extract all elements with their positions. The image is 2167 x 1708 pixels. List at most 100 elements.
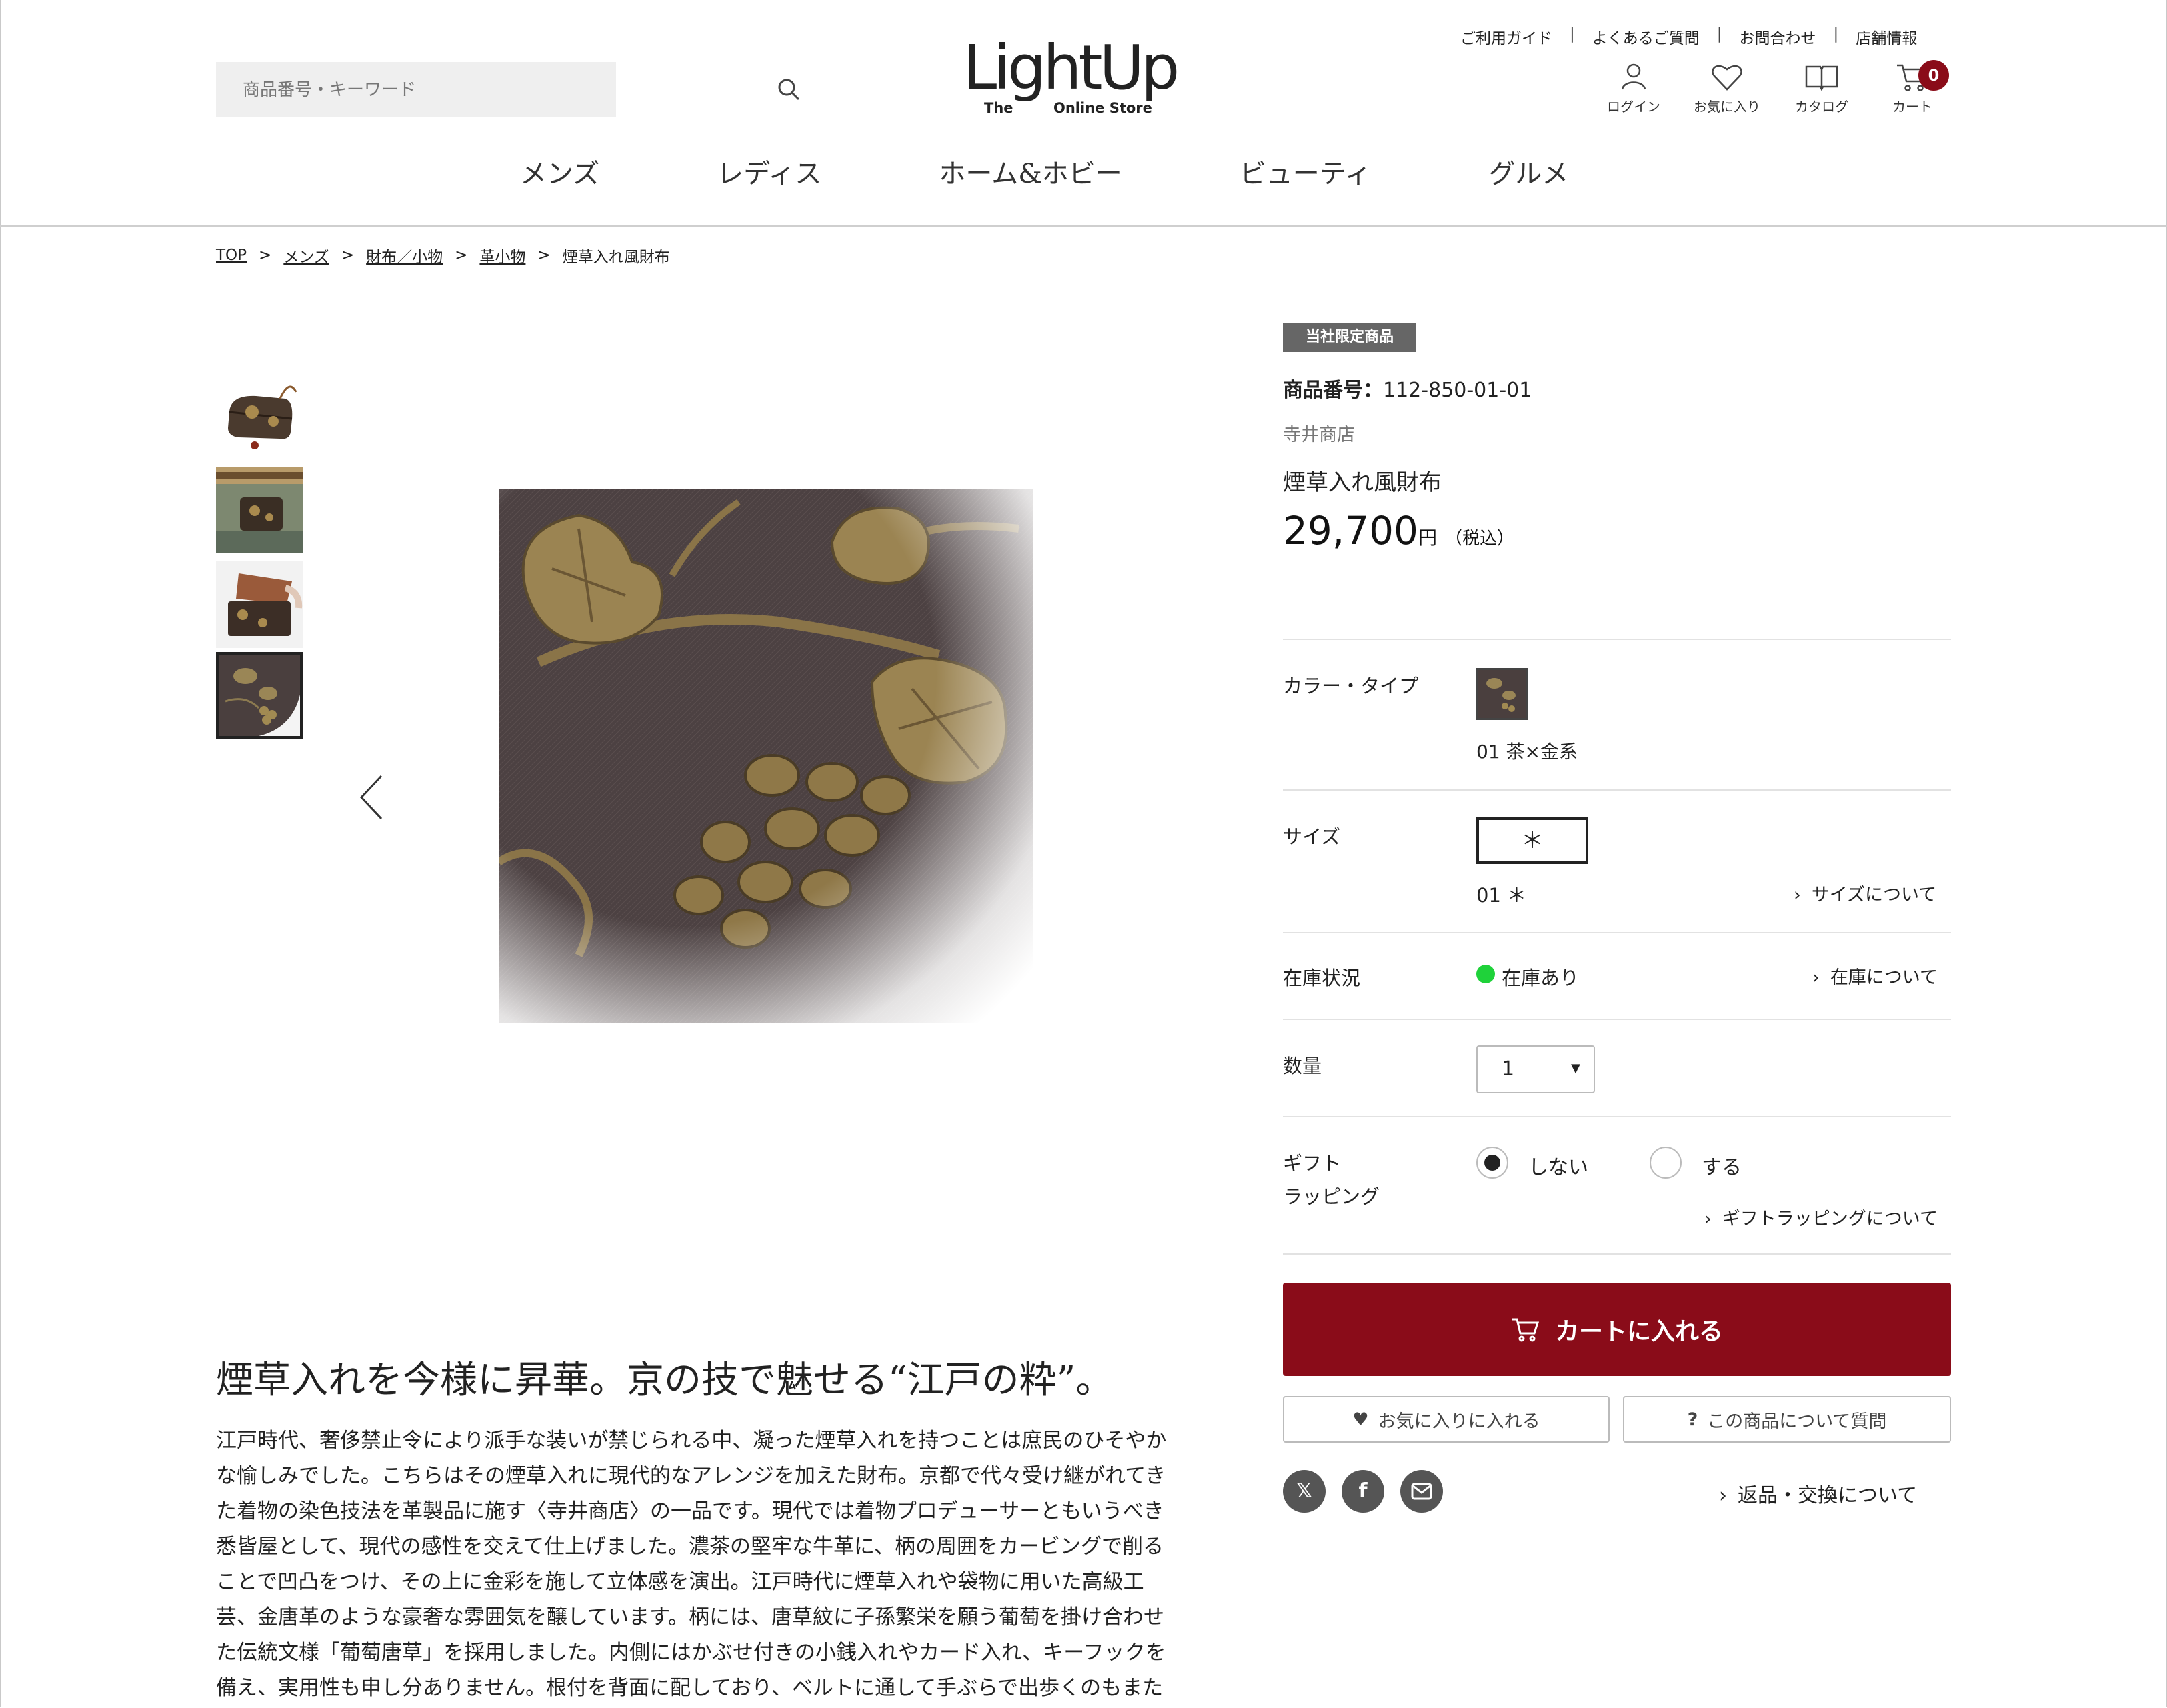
breadcrumb-wallets[interactable]: 財布／小物 [366,244,443,267]
facebook-share-icon[interactable]: f [1342,1470,1384,1513]
login-label: ログイン [1607,99,1660,115]
radio-selected-dot [1484,1155,1500,1171]
thumbnail-4[interactable] [216,652,303,739]
product-code-value: 112-850-01-01 [1383,379,1532,402]
description-line: 芸、金唐革のような豪奢な雰囲気を醸しています。柄には、唐草紋に子孫繁栄を願う葡萄… [216,1605,1164,1629]
gift-no-label: しない [1528,1156,1588,1179]
breadcrumb-sep: > [341,247,355,264]
breadcrumb-mens[interactable]: メンズ [283,244,329,267]
stock-info-link[interactable]: › 在庫について [1812,963,1938,989]
quantity-select[interactable]: 1 ▼ [1476,1045,1595,1093]
favorites-label: お気に入り [1694,99,1760,115]
divider [1283,932,1951,933]
description-heading: 煙草入れを今様に昇華。京の技で魅せる“江戸の粋”。 [216,1359,1114,1402]
util-separator: | [1570,25,1575,43]
logo-the: The [984,100,1013,116]
price-unit: 円 [1418,527,1437,549]
cart-count-badge: 0 [1918,60,1949,91]
header-divider [0,225,2167,227]
logo-online-store: Online Store [1053,100,1152,116]
stock-status-icon [1476,965,1495,983]
breadcrumb-sep: > [455,247,468,264]
description-line: た伝統文様「葡萄唐草」を採用しました。内側にはかぶせ付きの小銭入れやカード入れ、… [216,1641,1166,1665]
divider [1283,1253,1951,1255]
brand-name: 寺井商店 [1283,425,1355,445]
cart-label: カート [1892,99,1932,115]
chevron-right-icon: › [1719,1484,1727,1507]
gift-radio-yes[interactable] [1650,1147,1682,1179]
site-logo[interactable]: LightUp The Online Store [963,37,1210,121]
add-favorite-button[interactable]: ♥ お気に入りに入れる [1283,1396,1610,1443]
ask-question-button[interactable]: ? この商品について質問 [1623,1396,1951,1443]
breadcrumb-top[interactable]: TOP [216,247,247,264]
nav-ladies[interactable]: レディス [717,152,821,192]
description-line: 悉皆屋として、現代の感性を交えて仕上げました。濃茶の堅牢な牛革に、柄の周囲をカー… [216,1535,1164,1559]
heart-icon [1712,65,1742,91]
catalog-button[interactable]: カタログ [1782,61,1862,115]
product-main-image [499,489,1033,1023]
description-line: な愉しみでした。こちらはその煙草入れに現代的なアレンジを加えた財布。京都で代々受… [216,1464,1166,1488]
gift-radio-no[interactable] [1476,1147,1508,1179]
breadcrumb-sep: > [537,247,551,264]
chevron-right-icon: › [1812,967,1820,988]
nav-home-hobby[interactable]: ホーム&ホビー [939,152,1122,192]
x-share-icon[interactable]: 𝕏 [1283,1470,1326,1513]
price-tax: （税込） [1444,529,1514,549]
returns-link[interactable]: › 返品・交換について [1719,1479,1917,1508]
breadcrumb-current: 煙草入れ風財布 [562,249,670,266]
chevron-left-icon[interactable] [357,773,387,821]
mail-share-icon[interactable] [1400,1470,1443,1513]
stock-label: 在庫状況 [1283,967,1361,989]
util-link-stores[interactable]: 店舗情報 [1856,25,1917,47]
util-link-guide[interactable]: ご利用ガイド [1460,25,1552,47]
size-info-link[interactable]: › サイズについて [1794,880,1936,906]
book-icon [1805,65,1838,91]
main-nav: メンズ レディス ホーム&ホビー ビューティ グルメ [520,152,1568,192]
divider [1283,1019,1951,1020]
gift-label-line2: ラッピング [1283,1185,1380,1208]
divider [1283,639,1951,640]
quantity-label: 数量 [1283,1055,1322,1077]
gift-info-link[interactable]: › ギフトラッピングについて [1704,1204,1938,1230]
nav-mens[interactable]: メンズ [520,152,599,192]
returns-label: 返品・交換について [1738,1484,1918,1507]
cart-icon [1512,1318,1540,1342]
quantity-value: 1 [1502,1057,1515,1081]
breadcrumb-sep: > [259,247,272,264]
nav-beauty[interactable]: ビューティ [1240,152,1372,192]
gift-info-label: ギフトラッピングについて [1722,1209,1938,1229]
stock-value: 在庫あり [1502,967,1580,989]
breadcrumb-leather[interactable]: 革小物 [479,244,525,267]
price: 29,700円 （税込） [1283,508,1514,553]
size-name: 01 ＊ [1476,884,1527,907]
product-code: 商品番号：112-850-01-01 [1283,373,1532,403]
thumbnail-3[interactable] [216,561,303,648]
login-button[interactable]: ログイン [1594,61,1674,115]
util-link-contact[interactable]: お問合わせ [1740,25,1816,47]
question-icon: ? [1687,1409,1698,1430]
description-line: 江戸時代、奢侈禁止令により派手な装いが禁じられる中、凝った煙草入れを持つことは庶… [216,1429,1167,1453]
catalog-label: カタログ [1795,99,1848,115]
size-option[interactable]: ＊ [1476,817,1588,864]
gift-yes-label: する [1702,1156,1742,1179]
chevron-right-icon: › [1794,885,1801,905]
heart-icon: ♥ [1352,1409,1369,1430]
gift-label-line1: ギフト [1283,1152,1342,1175]
search-input[interactable] [216,62,577,118]
add-to-cart-button[interactable]: カートに入れる [1283,1283,1951,1376]
search-icon[interactable] [775,75,804,105]
limited-badge: 当社限定商品 [1283,323,1416,352]
caret-down-icon: ▼ [1571,1061,1580,1075]
nav-gourmet[interactable]: グルメ [1488,152,1568,192]
thumbnail-1[interactable] [216,372,303,459]
stock-info-label: 在庫について [1830,967,1938,988]
description-body: 江戸時代、奢侈禁止令により派手な装いが禁じられる中、凝った煙草入れを持つことは庶… [216,1423,1203,1706]
size-info-label: サイズについて [1811,885,1937,905]
search-box [216,62,800,118]
favorites-button[interactable]: お気に入り [1687,61,1767,115]
util-link-faq[interactable]: よくあるご質問 [1592,25,1700,47]
thumbnail-2[interactable] [216,467,303,553]
color-swatch[interactable] [1476,668,1528,720]
divider [1283,1116,1951,1117]
util-separator: | [1716,25,1722,43]
